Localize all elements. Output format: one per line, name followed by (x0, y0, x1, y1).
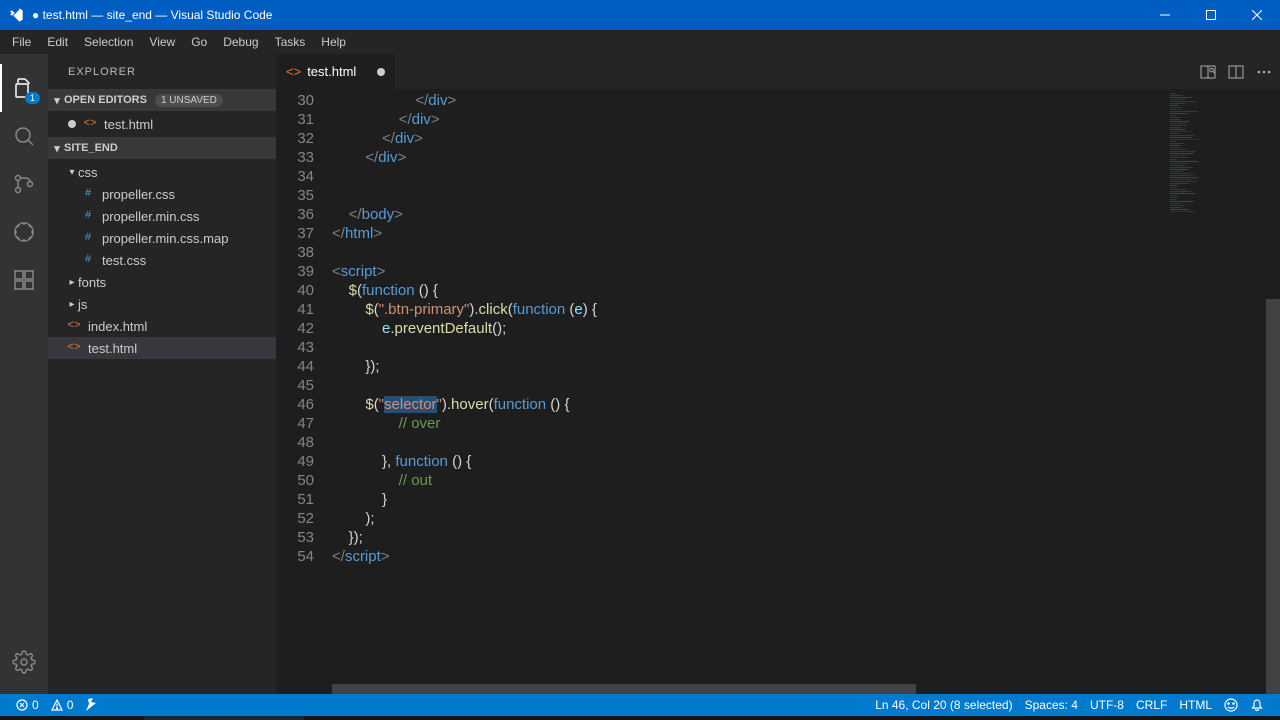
chevron-icon: ▸ (66, 299, 78, 310)
html-icon: <> (82, 116, 98, 132)
file-name: propeller.css (102, 187, 175, 202)
minimap[interactable]: ━━━━━━━━━━━━━━━━━━━━━━━━━━━━━━━━━━━━━━━━… (1166, 89, 1266, 694)
menu-tasks[interactable]: Tasks (267, 33, 314, 51)
tab-label: test.html (307, 64, 356, 79)
editor: <> test.html 303132333435363738394041424… (276, 54, 1280, 694)
file-test.html[interactable]: <> test.html (48, 337, 276, 359)
status-errors[interactable]: 0 (10, 698, 45, 712)
extensions-icon[interactable] (0, 256, 48, 304)
file-name: index.html (88, 319, 147, 334)
scm-icon[interactable] (0, 160, 48, 208)
cortana-icon[interactable] (48, 716, 96, 720)
minimize-button[interactable] (1142, 0, 1188, 30)
status-encoding[interactable]: UTF-8 (1084, 698, 1130, 712)
folder-js[interactable]: ▸js (48, 293, 276, 315)
explorer-badge: 1 (25, 92, 40, 104)
chevron-icon: ▸ (66, 277, 78, 288)
status-bar: 0 0 Ln 46, Col 20 (8 selected) Spaces: 4… (0, 694, 1280, 716)
status-feedback-icon[interactable] (1218, 698, 1244, 712)
status-warnings[interactable]: 0 (45, 698, 80, 712)
file-name: test.html (88, 341, 137, 356)
activity-bar: 1 (0, 54, 48, 694)
debug-icon[interactable] (0, 208, 48, 256)
menu-selection[interactable]: Selection (76, 33, 141, 51)
open-editor-item[interactable]: <> test.html (48, 113, 276, 135)
taskbar: ● test.html — site_en... ⌃ 10:10 AM (0, 716, 1280, 720)
file-name: fonts (78, 275, 106, 290)
maximize-button[interactable] (1188, 0, 1234, 30)
sidebar: EXPLORER ▾ OPEN EDITORS 1 UNSAVED <> tes… (48, 54, 276, 694)
status-live-icon[interactable] (79, 698, 105, 712)
tab-bar: <> test.html (276, 54, 1280, 89)
menu-help[interactable]: Help (313, 33, 354, 51)
dirty-dot-icon (377, 68, 385, 76)
tab-test-html[interactable]: <> test.html (276, 54, 396, 89)
taskbar-app-vscode[interactable]: ● test.html — site_en... (144, 716, 304, 720)
file-propeller.min.css[interactable]: # propeller.min.css (48, 205, 276, 227)
chevron-icon: ▾ (66, 167, 78, 178)
close-button[interactable] (1234, 0, 1280, 30)
folder-css[interactable]: ▾css (48, 161, 276, 183)
open-editors-label: OPEN EDITORS (64, 94, 147, 106)
file-test.css[interactable]: # test.css (48, 249, 276, 271)
explorer-header: EXPLORER (48, 54, 276, 89)
split-preview-icon[interactable] (1200, 64, 1216, 80)
status-bell-icon[interactable] (1244, 698, 1270, 712)
menu-debug[interactable]: Debug (215, 33, 266, 51)
gutter: 3031323334353637383940414243444546474849… (276, 89, 332, 694)
window-controls (1142, 0, 1280, 30)
hash-icon: # (80, 186, 96, 202)
file-name: test.html (104, 117, 153, 132)
file-name: propeller.min.css (102, 209, 200, 224)
file-tree: ▾css # propeller.css # propeller.min.css # pro… (48, 159, 276, 361)
hash-icon: # (80, 252, 96, 268)
html-icon: <> (286, 64, 301, 79)
titlebar: ● test.html — site_end — Visual Studio C… (0, 0, 1280, 30)
menubar: FileEditSelectionViewGoDebugTasksHelp (0, 30, 1280, 54)
horizontal-scrollbar[interactable] (332, 684, 1166, 694)
folder-fonts[interactable]: ▸fonts (48, 271, 276, 293)
file-propeller.min.css.map[interactable]: # propeller.min.css.map (48, 227, 276, 249)
file-name: propeller.min.css.map (102, 231, 228, 246)
more-icon[interactable] (1256, 64, 1272, 80)
window-title: ● test.html — site_end — Visual Studio C… (32, 8, 1142, 22)
open-editors-header[interactable]: ▾ OPEN EDITORS 1 UNSAVED (48, 89, 276, 111)
open-editors-list: <> test.html (48, 111, 276, 137)
start-button[interactable] (0, 716, 48, 720)
menu-view[interactable]: View (141, 33, 183, 51)
dirty-dot-icon (68, 120, 76, 128)
task-view-icon[interactable] (96, 716, 144, 720)
hash-icon: # (80, 230, 96, 246)
menu-go[interactable]: Go (183, 33, 215, 51)
file-propeller.css[interactable]: # propeller.css (48, 183, 276, 205)
search-icon[interactable] (0, 112, 48, 160)
file-name: css (78, 165, 98, 180)
file-index.html[interactable]: <> index.html (48, 315, 276, 337)
file-name: test.css (102, 253, 146, 268)
hash-icon: # (80, 208, 96, 224)
code-content[interactable]: </div> </div> </div> </div> </body></htm… (332, 89, 1280, 694)
status-eol[interactable]: CRLF (1130, 698, 1173, 712)
html-icon: <> (66, 318, 82, 334)
menu-file[interactable]: File (4, 33, 39, 51)
workspace-label: SITE_END (64, 142, 118, 154)
status-cursor[interactable]: Ln 46, Col 20 (8 selected) (869, 698, 1018, 712)
vertical-scrollbar[interactable] (1266, 89, 1280, 694)
code-area[interactable]: 3031323334353637383940414243444546474849… (276, 89, 1280, 694)
file-name: js (78, 297, 87, 312)
workspace-header[interactable]: ▾ SITE_END (48, 137, 276, 159)
split-editor-icon[interactable] (1228, 64, 1244, 80)
chevron-down-icon: ▾ (50, 94, 64, 107)
vscode-icon (8, 7, 24, 23)
editor-actions (1200, 54, 1280, 89)
chevron-down-icon: ▾ (50, 142, 64, 155)
menu-edit[interactable]: Edit (39, 33, 76, 51)
html-icon: <> (66, 340, 82, 356)
status-language[interactable]: HTML (1173, 698, 1218, 712)
main: 1 EXPLORER ▾ OPEN EDITORS 1 UNSAVED <> t… (0, 54, 1280, 694)
settings-icon[interactable] (0, 638, 48, 686)
unsaved-badge: 1 UNSAVED (155, 94, 223, 107)
explorer-icon[interactable]: 1 (0, 64, 48, 112)
status-spaces[interactable]: Spaces: 4 (1019, 698, 1084, 712)
